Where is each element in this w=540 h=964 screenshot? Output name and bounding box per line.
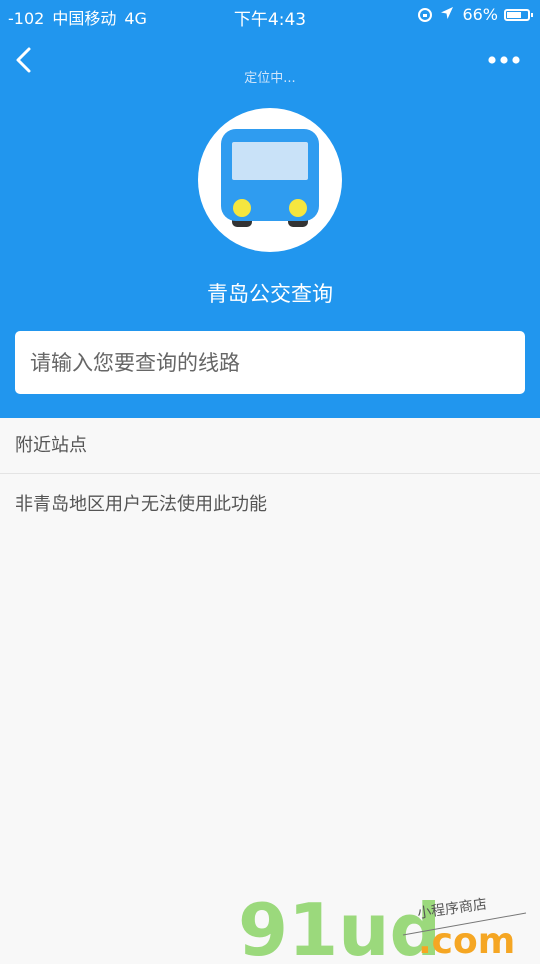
location-arrow-icon — [440, 5, 454, 24]
region-notice: 非青岛地区用户无法使用此功能 — [15, 494, 267, 515]
bus-logo — [198, 108, 342, 252]
status-right: 66% — [418, 5, 533, 24]
watermark-logo: 91ud .com 小程序商店 — [238, 880, 538, 964]
bus-icon — [221, 129, 319, 227]
app-title: 青岛公交查询 — [207, 282, 333, 306]
battery-percent: 66% — [462, 5, 498, 24]
rotation-lock-icon — [418, 7, 433, 22]
nearby-stops-header: 附近站点 — [0, 418, 540, 474]
header-panel: -102 中国移动 4G 下午4:43 66% 定位中... 青岛公交查询 请输… — [0, 0, 540, 418]
battery-icon — [504, 8, 533, 21]
watermark-domain: .com — [418, 921, 515, 960]
locating-status: 定位中... — [244, 71, 296, 86]
watermark-brand: 91ud — [238, 888, 441, 960]
route-search-input[interactable] — [15, 331, 525, 394]
status-bar: -102 中国移动 4G 下午4:43 66% — [0, 0, 540, 30]
battery-fill — [507, 11, 521, 18]
